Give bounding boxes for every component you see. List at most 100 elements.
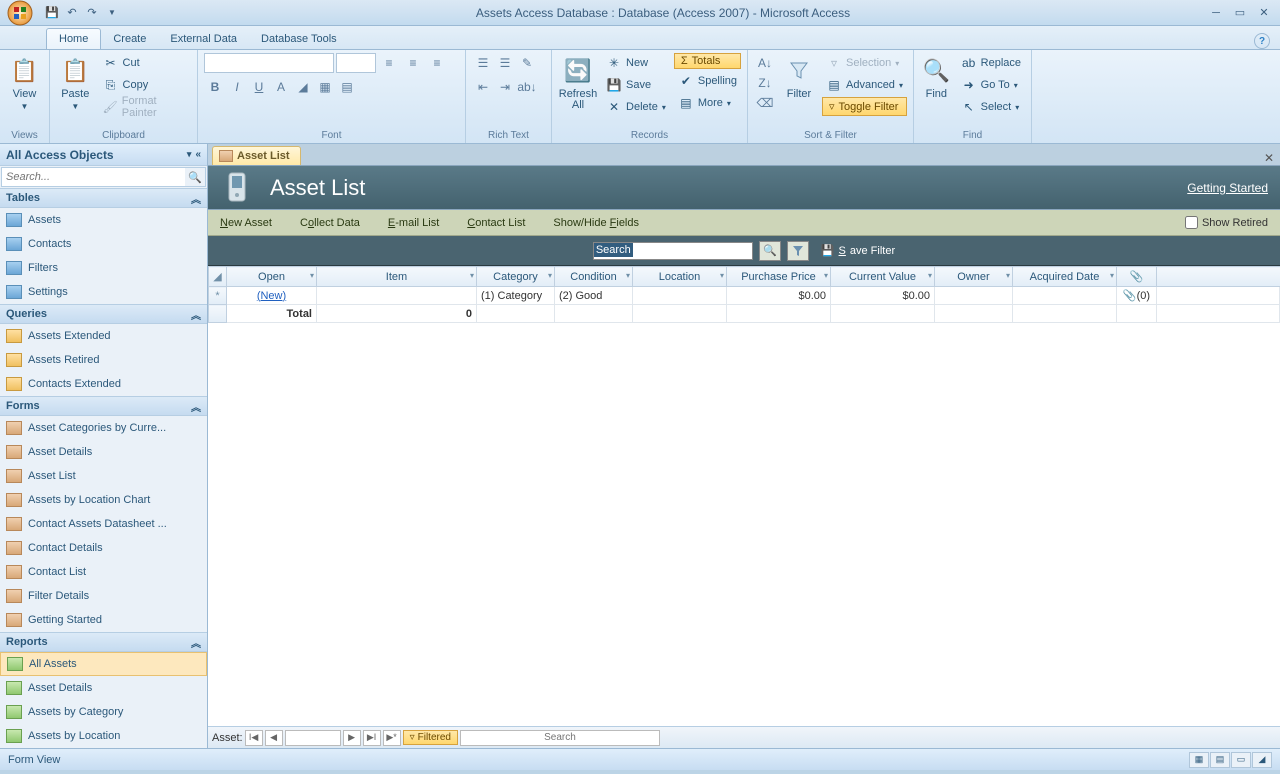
sort-asc-icon[interactable]: A↓ (754, 53, 776, 73)
spelling-button[interactable]: ✔Spelling (674, 71, 741, 91)
italic-icon[interactable]: I (226, 77, 248, 97)
filter-toggle-button[interactable] (787, 241, 809, 261)
cell-owner[interactable] (935, 287, 1013, 305)
goto-button[interactable]: ➜Go To ▾ (957, 75, 1025, 95)
view-button[interactable]: 📋View▼ (6, 53, 43, 111)
undo-icon[interactable]: ↶ (64, 5, 80, 21)
contact-list-link[interactable]: Contact List (467, 217, 525, 229)
select-button[interactable]: ↖Select ▾ (957, 97, 1025, 117)
nav-item-assets[interactable]: Assets (0, 208, 207, 232)
section-tables[interactable]: Tables︽ (0, 188, 207, 208)
office-button[interactable] (0, 0, 40, 26)
col-current-value[interactable]: Current Value▾ (831, 267, 935, 287)
minimize-button[interactable]: ─ (1206, 6, 1226, 20)
chevron-down-icon[interactable]: ▾ (720, 271, 724, 280)
tab-database-tools[interactable]: Database Tools (249, 29, 349, 49)
col-acquired-date[interactable]: Acquired Date▾ (1013, 267, 1117, 287)
align-left-icon[interactable]: ≡ (378, 53, 400, 73)
chevron-down-icon[interactable]: ▾ (470, 271, 474, 280)
sort-desc-icon[interactable]: Z↓ (754, 73, 776, 93)
chevron-down-icon[interactable]: ▾ (187, 149, 192, 160)
nav-item-assets-retired[interactable]: Assets Retired (0, 348, 207, 372)
nav-item-form[interactable]: Asset Details (0, 440, 207, 464)
delete-record-button[interactable]: ✕Delete ▾ (602, 97, 670, 117)
save-record-button[interactable]: 💾Save (602, 75, 670, 95)
view-layout-button[interactable]: ▭ (1231, 752, 1251, 768)
bold-icon[interactable]: B (204, 77, 226, 97)
new-asset-link[interactable]: New Asset (220, 217, 272, 229)
record-number-input[interactable] (285, 730, 341, 746)
new-record-button[interactable]: ✳New (602, 53, 670, 73)
collect-data-link[interactable]: Collect Data (300, 217, 360, 229)
new-record-nav-button[interactable]: ▶* (383, 730, 401, 746)
nav-item-form[interactable]: Assets by Location Chart (0, 488, 207, 512)
nav-item-form[interactable]: Contact List (0, 560, 207, 584)
section-forms[interactable]: Forms︽ (0, 396, 207, 416)
getting-started-link[interactable]: Getting Started (1187, 181, 1268, 195)
copy-button[interactable]: ⎘Copy (99, 75, 191, 95)
prev-record-button[interactable]: ◀ (265, 730, 283, 746)
view-form-button[interactable]: ▦ (1189, 752, 1209, 768)
new-link[interactable]: (New) (257, 290, 286, 302)
nav-item-form[interactable]: Asset Categories by Curre... (0, 416, 207, 440)
nav-item-report[interactable]: Asset Details (0, 676, 207, 700)
format-painter-button[interactable]: 🖌Format Painter (99, 97, 191, 117)
nav-item-filters[interactable]: Filters (0, 256, 207, 280)
nav-item-form[interactable]: Filter Details (0, 584, 207, 608)
clear-sort-icon[interactable]: ⌫ (754, 93, 776, 113)
maximize-button[interactable]: ▭ (1230, 6, 1250, 20)
decrease-indent-icon[interactable]: ⇤ (472, 77, 494, 97)
col-owner[interactable]: Owner▾ (935, 267, 1013, 287)
find-button[interactable]: 🔍Find (920, 53, 953, 100)
nav-item-assets-extended[interactable]: Assets Extended (0, 324, 207, 348)
show-hide-fields-link[interactable]: Show/Hide Fields (553, 217, 639, 229)
first-record-button[interactable]: I◀ (245, 730, 263, 746)
email-list-link[interactable]: E-mail List (388, 217, 439, 229)
chevron-down-icon[interactable]: ▾ (824, 271, 828, 280)
underline-icon[interactable]: U (248, 77, 270, 97)
save-filter-link[interactable]: 💾Save Filter (821, 244, 895, 257)
tab-external-data[interactable]: External Data (158, 29, 249, 49)
chevron-down-icon[interactable]: ▾ (928, 271, 932, 280)
highlight-icon[interactable]: ✎ (516, 53, 538, 73)
cell-current[interactable]: $0.00 (831, 287, 935, 305)
nav-item-contacts[interactable]: Contacts (0, 232, 207, 256)
close-tab-icon[interactable]: ✕ (1258, 151, 1280, 165)
numbering-icon[interactable]: ☰ (494, 53, 516, 73)
col-purchase-price[interactable]: Purchase Price▾ (727, 267, 831, 287)
nav-search-input[interactable] (2, 168, 185, 186)
nav-item-report[interactable]: All Assets (0, 652, 207, 676)
cell-purchase[interactable]: $0.00 (727, 287, 831, 305)
col-item[interactable]: Item▾ (317, 267, 477, 287)
qat-dropdown-icon[interactable]: ▼ (104, 5, 120, 21)
section-reports[interactable]: Reports︽ (0, 632, 207, 652)
chevron-down-icon[interactable]: ▾ (310, 271, 314, 280)
advanced-button[interactable]: ▤Advanced ▾ (822, 75, 907, 95)
cell-condition[interactable]: (2) Good (555, 287, 633, 305)
col-open[interactable]: Open▾ (227, 267, 317, 287)
doc-tab-asset-list[interactable]: Asset List (212, 146, 301, 165)
replace-button[interactable]: abReplace (957, 53, 1025, 73)
nav-item-form[interactable]: Contact Assets Datasheet ... (0, 512, 207, 536)
nav-header[interactable]: All Access Objects▾« (0, 144, 207, 166)
cell-location[interactable] (633, 287, 727, 305)
cell-acquired[interactable] (1013, 287, 1117, 305)
recnav-search-input[interactable] (460, 730, 660, 746)
chevron-down-icon[interactable]: ▾ (548, 271, 552, 280)
bullets-icon[interactable]: ☰ (472, 53, 494, 73)
chevron-down-icon[interactable]: ▾ (626, 271, 630, 280)
tab-create[interactable]: Create (101, 29, 158, 49)
font-name-combo[interactable] (204, 53, 334, 73)
close-button[interactable]: ✕ (1254, 6, 1274, 20)
alt-fill-icon[interactable]: ▤ (336, 77, 358, 97)
last-record-button[interactable]: ▶I (363, 730, 381, 746)
cell-attach[interactable]: 📎(0) (1117, 287, 1157, 305)
font-color-icon[interactable]: A (270, 77, 292, 97)
col-location[interactable]: Location▾ (633, 267, 727, 287)
view-datasheet-button[interactable]: ▤ (1210, 752, 1230, 768)
align-center-icon[interactable]: ≡ (402, 53, 424, 73)
search-go-button[interactable]: 🔍 (759, 241, 781, 261)
nav-item-form[interactable]: Contact Details (0, 536, 207, 560)
paste-button[interactable]: 📋Paste▼ (56, 53, 95, 111)
nav-item-report[interactable]: Assets by Category (0, 700, 207, 724)
